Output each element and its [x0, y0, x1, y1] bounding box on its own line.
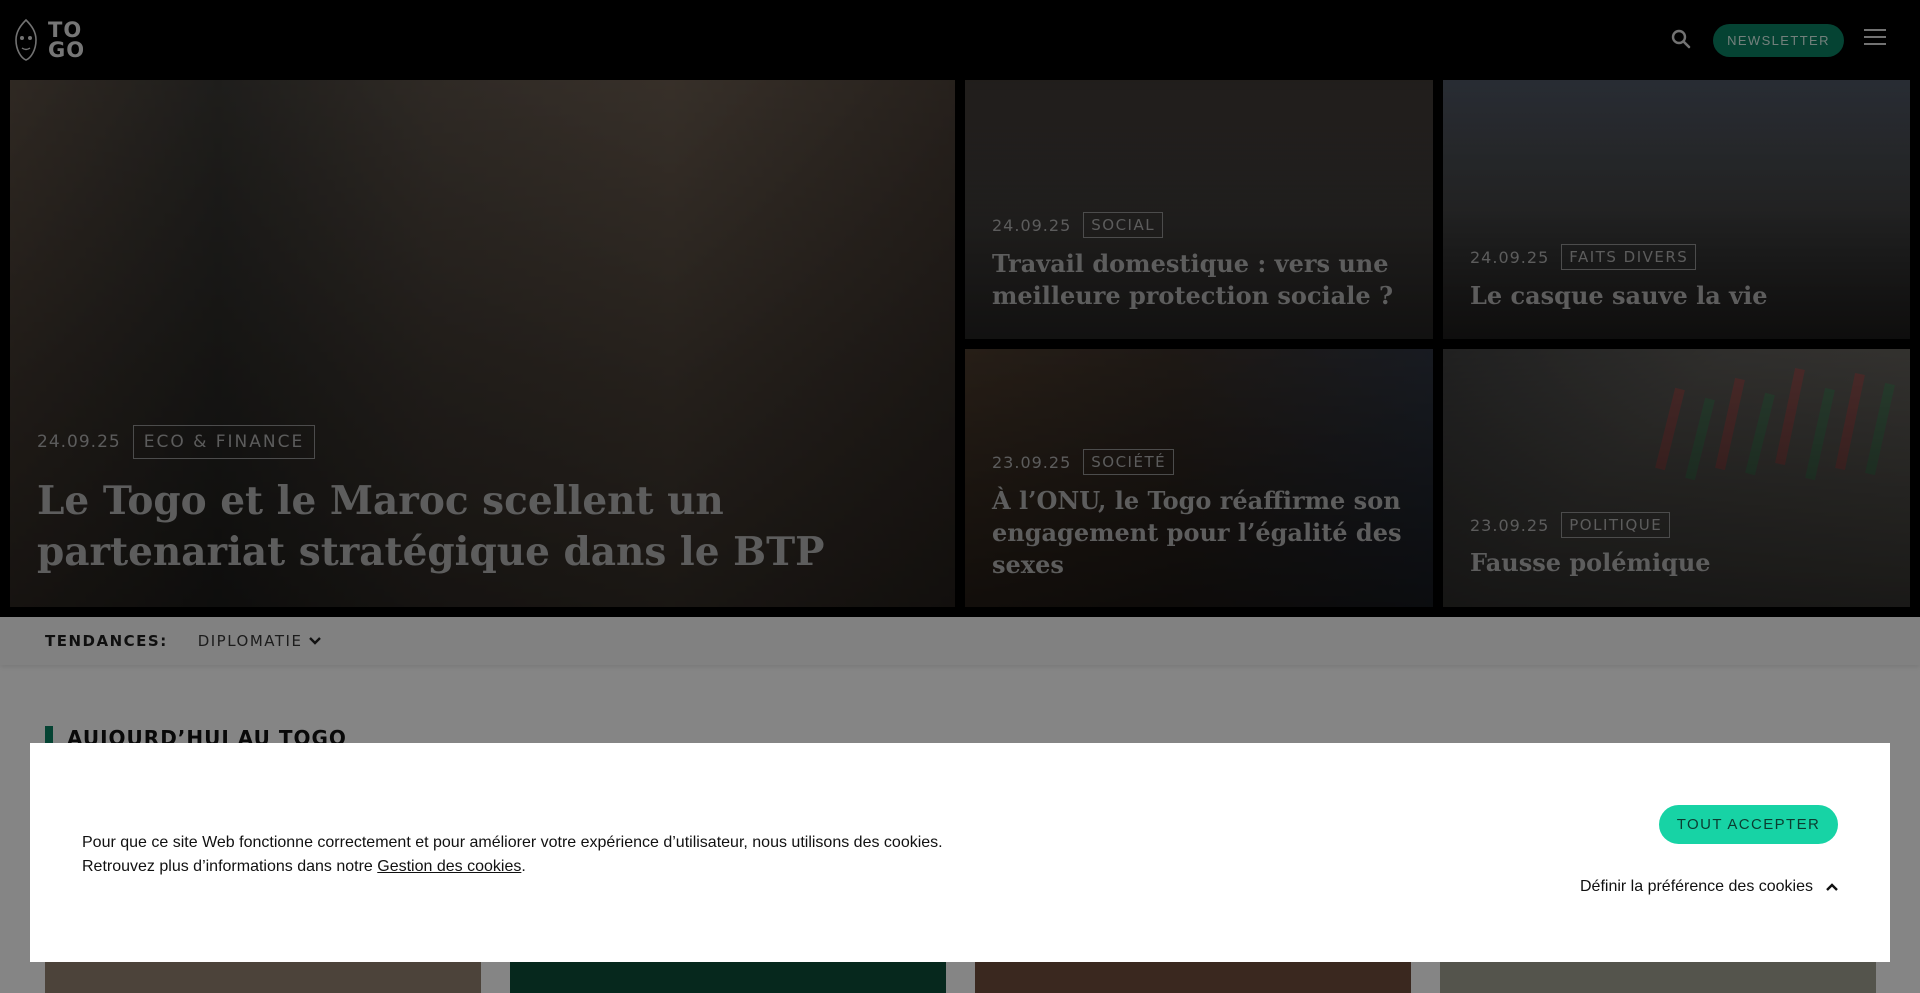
newsletter-button[interactable]: NEWSLETTER — [1713, 24, 1844, 57]
site-logo[interactable]: TO GO — [12, 18, 85, 62]
card-category-tag[interactable]: ECO & FINANCE — [132, 425, 316, 459]
hero-card-social[interactable]: 24.09.25 SOCIAL Travail domestique : ver… — [965, 80, 1433, 339]
card-date: 24.09.25 — [1470, 247, 1550, 267]
cookie-policy-link[interactable]: Gestion des cookies — [377, 858, 521, 875]
cookie-message: Pour que ce site Web fonctionne correcte… — [82, 834, 943, 875]
site-header: TO GO NEWSLETTER — [0, 0, 1920, 80]
search-icon — [1671, 29, 1691, 49]
trending-bar: TENDANCES: DIPLOMATIE — [0, 617, 1920, 665]
card-category-tag[interactable]: SOCIAL — [1083, 212, 1164, 238]
card-date: 24.09.25 — [37, 432, 121, 452]
trending-dropdown[interactable]: DIPLOMATIE — [198, 632, 323, 650]
hero-main-card[interactable]: 24.09.25 ECO & FINANCE Le Togo et le Mar… — [10, 80, 955, 607]
cookie-preference-toggle[interactable]: Définir la préférence des cookies — [1580, 878, 1839, 896]
card-date: 24.09.25 — [992, 215, 1072, 235]
card-category-tag[interactable]: FAITS DIVERS — [1561, 244, 1697, 270]
article-thumb[interactable] — [45, 962, 481, 993]
menu-icon — [1864, 29, 1886, 45]
article-thumb[interactable] — [1440, 962, 1876, 993]
card-title[interactable]: À l’ONU, le Togo réaffirme son engagemen… — [992, 485, 1422, 581]
chevron-up-icon — [1826, 883, 1838, 891]
logo-text: TO GO — [48, 18, 86, 62]
cookie-banner: Pour que ce site Web fonctionne correcte… — [30, 743, 1890, 962]
cookie-preference-label: Définir la préférence des cookies — [1580, 878, 1814, 895]
hero-card-politique[interactable]: 23.09.25 POLITIQUE Fausse polémique — [1443, 349, 1910, 607]
hero-card-societe[interactable]: 23.09.25 SOCIÉTÉ À l’ONU, le Togo réaffi… — [965, 349, 1433, 607]
card-title[interactable]: Le Togo et le Maroc scellent un partenar… — [37, 476, 917, 578]
card-date: 23.09.25 — [992, 452, 1072, 472]
card-title[interactable]: Le casque sauve la vie — [1470, 280, 1890, 312]
search-button[interactable] — [1670, 28, 1694, 52]
mask-logo-icon — [15, 18, 37, 61]
hero-card-faits-divers[interactable]: 24.09.25 FAITS DIVERS Le casque sauve la… — [1443, 80, 1910, 339]
accept-all-button[interactable]: TOUT ACCEPTER — [1659, 805, 1838, 844]
card-category-tag[interactable]: POLITIQUE — [1561, 512, 1671, 538]
card-category-tag[interactable]: SOCIÉTÉ — [1083, 449, 1175, 475]
article-thumb[interactable] — [975, 962, 1411, 993]
trending-label: TENDANCES: — [45, 632, 168, 650]
card-date: 23.09.25 — [1470, 515, 1550, 535]
chevron-down-icon — [309, 637, 322, 645]
article-thumb[interactable] — [510, 962, 946, 993]
card-title[interactable]: Travail domestique : vers une meilleure … — [992, 248, 1422, 312]
card-title[interactable]: Fausse polémique — [1470, 547, 1890, 579]
menu-button[interactable] — [1864, 29, 1886, 49]
trending-item-label: DIPLOMATIE — [197, 632, 303, 650]
